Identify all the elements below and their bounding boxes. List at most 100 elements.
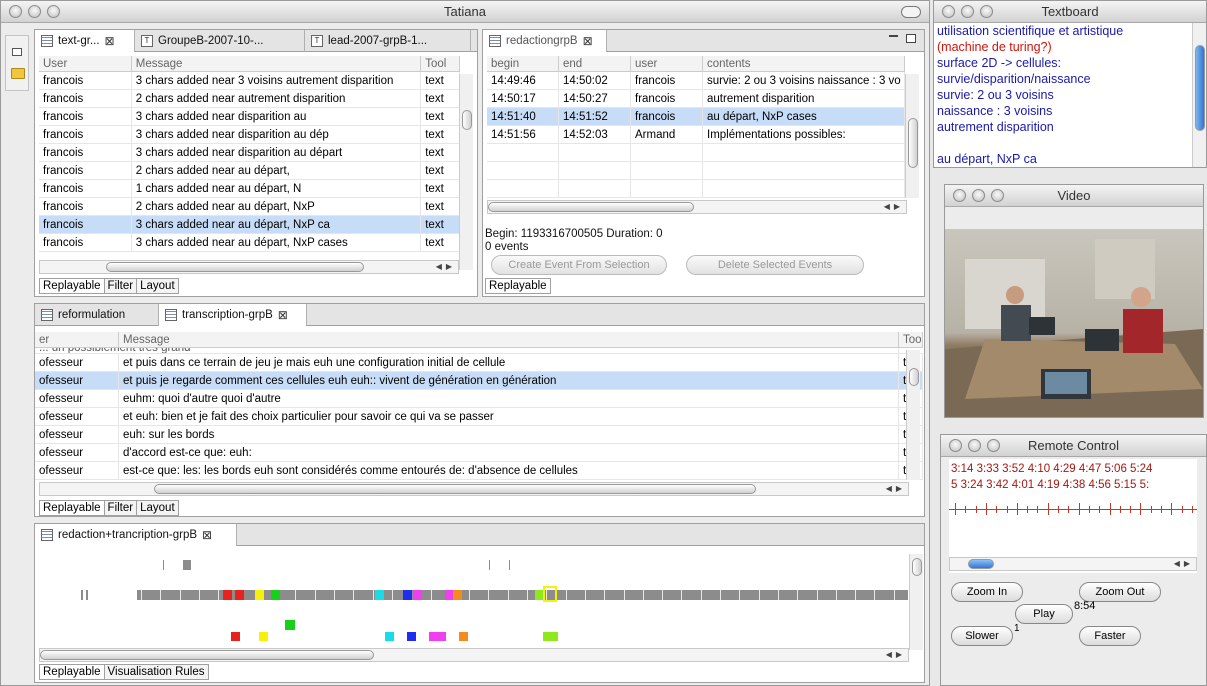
tab-replayable[interactable]: Replayable: [39, 664, 105, 680]
table-row[interactable]: ofesseur euh: sur les bords t: [35, 426, 923, 444]
scroll-thumb[interactable]: [488, 202, 694, 212]
tab-replayable[interactable]: Replayable: [39, 500, 105, 516]
scroll-thumb[interactable]: [912, 558, 922, 576]
vertical-scrollbar[interactable]: [906, 350, 920, 480]
table-row[interactable]: 14:49:46 14:50:02 francois survie: 2 ou 3 v…: [487, 72, 905, 90]
close-button[interactable]: [9, 5, 22, 18]
scroll-thumb[interactable]: [1195, 45, 1205, 131]
tab-replayable[interactable]: Replayable: [39, 278, 105, 294]
create-event-button[interactable]: Create Event From Selection: [491, 255, 667, 275]
faster-button[interactable]: Faster: [1079, 626, 1141, 646]
table-row[interactable]: ofesseur et puis je regarde comment ces c…: [35, 372, 923, 390]
column-header[interactable]: contents: [703, 56, 905, 71]
scroll-thumb[interactable]: [106, 262, 364, 272]
close-tab-icon[interactable]: ⊠: [105, 34, 115, 48]
horizontal-scrollbar[interactable]: ◀▶: [487, 200, 907, 214]
close-button[interactable]: [942, 5, 955, 18]
tab-redaction-transcription[interactable]: redaction+trancription-grpB ⊠: [35, 524, 237, 546]
zoom-button[interactable]: [47, 5, 60, 18]
tab-text-gr[interactable]: text-gr... ⊠: [35, 30, 135, 52]
close-tab-icon[interactable]: ⊠: [278, 308, 288, 322]
table-row[interactable]: francois 2 chars added near autrement dis…: [39, 90, 460, 108]
tab-filter[interactable]: Filter: [103, 278, 138, 294]
scroll-arrows[interactable]: ◀▶: [886, 483, 906, 495]
table-row[interactable]: 14:51:56 14:52:03 Armand Implémentations po…: [487, 126, 905, 144]
timeline-visualisation[interactable]: [35, 548, 909, 648]
column-header[interactable]: Too: [899, 332, 923, 347]
scroll-arrows[interactable]: ◀▶: [886, 649, 906, 661]
tab-filter[interactable]: Filter: [103, 500, 138, 516]
column-header[interactable]: user: [631, 56, 703, 71]
table-row[interactable]: 14:51:40 14:51:52 francois au départ, NxP c…: [487, 108, 905, 126]
minimize-button[interactable]: [961, 5, 974, 18]
table-row[interactable]: francois 3 chars added near disparition a…: [39, 108, 460, 126]
tab-redaction[interactable]: redactiongrpB ⊠: [483, 30, 607, 52]
vertical-scrollbar[interactable]: [1192, 23, 1206, 167]
table-row[interactable]: 14:50:17 14:50:27 francois autrement dispar…: [487, 90, 905, 108]
toolbar-toggle-button[interactable]: [901, 6, 921, 18]
table-row[interactable]: francois 2 chars added near au départ, tex…: [39, 162, 460, 180]
tab-visualisation-rules[interactable]: Visualisation Rules: [103, 664, 209, 680]
table-row[interactable]: ofesseur euhm: quoi d'autre quoi d'autre t: [35, 390, 923, 408]
play-button[interactable]: Play: [1015, 604, 1073, 624]
close-tab-icon[interactable]: ⊠: [583, 34, 593, 48]
scroll-arrows[interactable]: ◀▶: [1174, 558, 1194, 570]
scroll-thumb[interactable]: [909, 368, 919, 386]
close-button[interactable]: [949, 439, 962, 452]
textboard-text[interactable]: utilisation scientifique et artistique (m…: [934, 23, 1192, 167]
table-row[interactable]: ofesseur d'accord est-ce que: euh: t: [35, 444, 923, 462]
tab-layout[interactable]: Layout: [136, 500, 179, 516]
zoom-button[interactable]: [980, 5, 993, 18]
zoom-out-button[interactable]: Zoom Out: [1079, 582, 1161, 602]
table-row[interactable]: francois 2 chars added near au départ, Nx…: [39, 198, 460, 216]
vertical-scrollbar[interactable]: [905, 74, 919, 198]
horizontal-scrollbar[interactable]: ◀▶: [949, 557, 1197, 571]
horizontal-scrollbar[interactable]: ◀▶: [39, 482, 909, 496]
table-row[interactable]: francois 3 chars added near au départ, Nx…: [39, 216, 460, 234]
column-header[interactable]: User: [39, 56, 132, 71]
scroll-arrows[interactable]: ◀▶: [436, 261, 456, 273]
column-header[interactable]: Message: [132, 56, 422, 71]
horizontal-scrollbar[interactable]: ◀▶: [39, 648, 909, 662]
close-button[interactable]: [953, 189, 966, 202]
horizontal-scrollbar[interactable]: ◀▶: [39, 260, 459, 274]
tab-replayable[interactable]: Replayable: [485, 278, 551, 294]
delete-events-button[interactable]: Delete Selected Events: [686, 255, 864, 275]
minimize-button[interactable]: [968, 439, 981, 452]
table-row[interactable]: ofesseur et euh: bien et je fait des choi…: [35, 408, 923, 426]
table-row[interactable]: francois 1 chars added near au départ, Nt…: [39, 180, 460, 198]
vertical-scrollbar[interactable]: [459, 74, 473, 270]
column-header[interactable]: Message: [119, 332, 899, 347]
slower-button[interactable]: Slower: [951, 626, 1013, 646]
column-header[interactable]: end: [559, 56, 631, 71]
scroll-thumb[interactable]: [40, 650, 374, 660]
vertical-scrollbar[interactable]: [909, 554, 923, 650]
remote-timeline[interactable]: 3:14 3:33 3:52 4:10 4:29 4:47 5:06 5:24 …: [949, 459, 1197, 573]
table-row[interactable]: ofesseur est-ce que: les: les bords euh s…: [35, 462, 923, 480]
table-row[interactable]: francois 3 chars added near 3 voisins aut…: [39, 72, 460, 90]
minimize-button[interactable]: [972, 189, 985, 202]
tab-layout[interactable]: Layout: [136, 278, 179, 294]
table-row[interactable]: francois 3 chars added near au départ, Nx…: [39, 234, 460, 252]
column-header[interactable]: Tool: [421, 56, 460, 71]
close-tab-icon[interactable]: ⊠: [202, 528, 212, 542]
minimize-button[interactable]: [28, 5, 41, 18]
zoom-button[interactable]: [987, 439, 1000, 452]
column-header[interactable]: begin: [487, 56, 559, 71]
tab-groupeb[interactable]: T GroupeB-2007-10-...: [135, 30, 305, 52]
scroll-thumb[interactable]: [908, 118, 918, 168]
maximize-view-icon[interactable]: [906, 34, 916, 43]
folder-icon[interactable]: [11, 68, 25, 79]
tab-reformulation[interactable]: reformulation: [35, 304, 159, 326]
zoom-button[interactable]: [991, 189, 1004, 202]
scroll-thumb[interactable]: [968, 559, 994, 569]
scroll-arrows[interactable]: ◀▶: [884, 201, 904, 213]
minimize-view-icon[interactable]: [889, 35, 898, 37]
table-row[interactable]: francois 3 chars added near disparition a…: [39, 144, 460, 162]
zoom-in-button[interactable]: Zoom In: [951, 582, 1023, 602]
tab-transcription-grpb[interactable]: transcription-grpB ⊠: [159, 304, 307, 326]
restore-icon[interactable]: [12, 48, 22, 56]
scroll-thumb[interactable]: [154, 484, 756, 494]
scroll-thumb[interactable]: [462, 110, 472, 130]
table-row[interactable]: ofesseur et puis dans ce terrain de jeu …: [35, 354, 923, 372]
